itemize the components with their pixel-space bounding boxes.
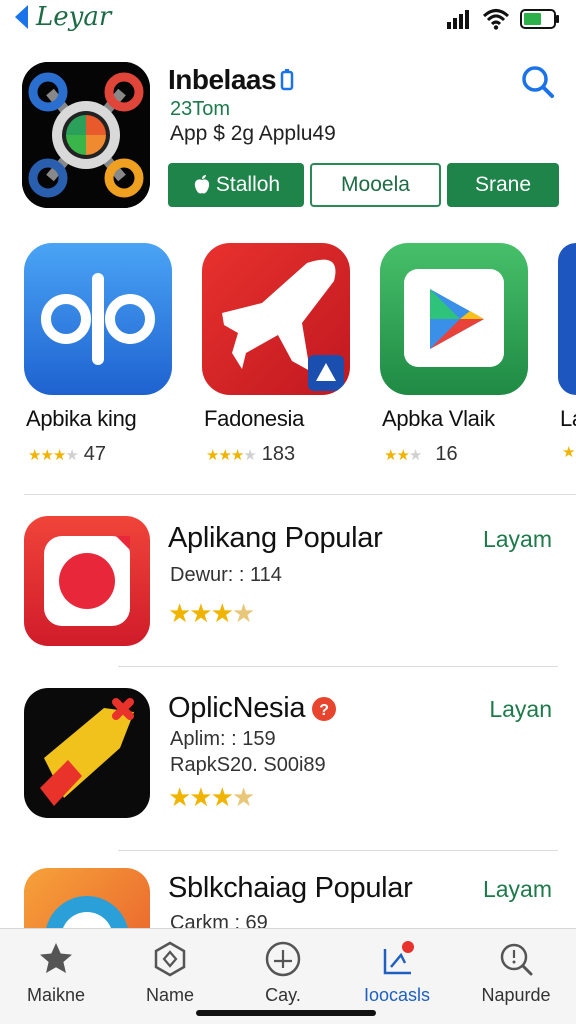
star-rating-icon: ★★★★ bbox=[206, 446, 257, 464]
back-label: Leyar bbox=[36, 2, 112, 32]
app-icon-2 bbox=[202, 243, 350, 395]
carousel-item[interactable]: Apbka Vlaik ★★★ 16 bbox=[380, 243, 528, 465]
star-rating-icon: ★ bbox=[562, 444, 575, 461]
list-item-action[interactable]: Layam bbox=[483, 526, 552, 553]
tab-label: Cay. bbox=[265, 985, 301, 1005]
back-button[interactable]: Leyar bbox=[10, 2, 111, 32]
hero-subtitle: 23Tom bbox=[170, 98, 231, 120]
carousel-item-name: Fadonesia bbox=[204, 406, 305, 431]
list-item-title-text: Aplikang Popular bbox=[168, 522, 383, 554]
star-rating-icon: ★★★ bbox=[384, 446, 422, 464]
carousel-item-name: Apbika king bbox=[26, 406, 137, 431]
divider bbox=[118, 666, 558, 667]
carousel-item-name: Apbka Vlaik bbox=[382, 406, 495, 431]
updates-icon bbox=[383, 941, 414, 975]
list-item-action[interactable]: Layan bbox=[489, 696, 552, 723]
app-icon-4 bbox=[558, 243, 576, 395]
hero-meta: App $ 2g Applu49 bbox=[170, 122, 336, 145]
tab-label: Name bbox=[145, 985, 194, 1005]
carousel-item[interactable]: La ★ bbox=[558, 243, 576, 461]
tab-label: Napurde bbox=[481, 985, 551, 1005]
hero-title: Inbelaas bbox=[168, 64, 294, 96]
list-item[interactable]: Aplikang Popular Dewur: : 114 ★★★★ Layam bbox=[0, 514, 576, 664]
search-button[interactable] bbox=[518, 62, 558, 102]
hero-title-text: Inbelaas bbox=[168, 64, 277, 95]
list-item-title-text: Sblkchaiag Popular bbox=[168, 872, 413, 904]
tab-updates[interactable]: Ioocasls bbox=[341, 939, 453, 1009]
list-item-title: Aplikang Popular bbox=[168, 522, 383, 555]
list-app-icon-1 bbox=[24, 516, 150, 646]
chevron-left-icon bbox=[15, 5, 28, 29]
search-icon bbox=[522, 66, 554, 98]
verified-icon bbox=[280, 69, 294, 91]
signal-icon bbox=[447, 10, 469, 29]
star-icon bbox=[40, 943, 72, 973]
tab-label: Ioocasls bbox=[363, 985, 431, 1005]
carousel-item[interactable]: Apbika king ★★★★ 47 bbox=[24, 243, 172, 465]
hexagon-icon bbox=[154, 941, 186, 977]
share-button[interactable]: Srane bbox=[447, 163, 559, 207]
status-bar: Leyar bbox=[0, 0, 576, 40]
list-item-meta: Dewur: : 114 bbox=[170, 564, 282, 586]
list-item[interactable]: Sblkchaiag Popular Carkm : 69 Layam bbox=[0, 866, 576, 928]
divider bbox=[24, 494, 576, 495]
list-item-action[interactable]: Layam bbox=[483, 876, 552, 903]
carousel-item-rating: ★★★★ 183 bbox=[206, 443, 295, 466]
tab-featured[interactable]: Maikne bbox=[0, 939, 112, 1009]
list-item-title: Sblkchaiag Popular bbox=[168, 872, 413, 905]
carousel-item-name: La bbox=[560, 406, 576, 431]
rating-count: 183 bbox=[261, 443, 296, 465]
star-rating-icon: ★★★★ bbox=[28, 446, 79, 464]
star-rating-icon: ★★★★ bbox=[168, 598, 255, 628]
app-icon-1 bbox=[24, 243, 172, 395]
list-item[interactable]: OplicNesia ? Aplim: : 159 RapkS20. S00i8… bbox=[0, 686, 576, 836]
list-app-icon-3 bbox=[24, 868, 150, 928]
carousel-item[interactable]: Fadonesia ★★★★ 183 bbox=[202, 243, 350, 465]
middle-button[interactable]: Mooela bbox=[310, 163, 441, 207]
status-icons bbox=[446, 8, 560, 30]
list-app-icon-2 bbox=[24, 688, 150, 818]
tab-name[interactable]: Name bbox=[114, 939, 226, 1009]
search-icon bbox=[500, 943, 533, 976]
svg-text:?: ? bbox=[319, 702, 328, 719]
apple-icon bbox=[194, 175, 210, 194]
rating-count: 47 bbox=[83, 443, 107, 465]
tab-label: Maikne bbox=[26, 985, 86, 1005]
wifi-icon bbox=[482, 9, 510, 30]
alert-badge-icon: ? bbox=[312, 696, 337, 721]
star-rating-icon: ★★★★ bbox=[168, 782, 255, 812]
hero-app-icon bbox=[22, 62, 150, 208]
battery-icon bbox=[520, 9, 559, 29]
carousel-item-rating: ★★★★ 47 bbox=[28, 443, 106, 466]
list-item-meta: Aplim: : 159 bbox=[170, 728, 276, 750]
list-item-title: OplicNesia ? bbox=[168, 692, 337, 725]
carousel-item-rating: ★★★ 16 bbox=[384, 443, 458, 466]
divider bbox=[118, 850, 558, 851]
home-indicator bbox=[196, 1010, 376, 1016]
app-icon-3 bbox=[380, 243, 528, 395]
carousel-item-rating: ★ bbox=[562, 443, 575, 461]
tab-categories[interactable]: Cay. bbox=[227, 939, 339, 1009]
add-circle-icon bbox=[265, 941, 301, 977]
list-item-meta-secondary: RapkS20. S00i89 bbox=[170, 754, 326, 776]
list-item-title-text: OplicNesia bbox=[168, 692, 306, 724]
rating-count: 16 bbox=[435, 443, 458, 465]
list-item-meta: Carkm : 69 bbox=[170, 912, 268, 928]
install-button[interactable]: Stalloh bbox=[168, 163, 304, 207]
tab-search[interactable]: Napurde bbox=[460, 939, 572, 1009]
install-label: Stalloh bbox=[215, 173, 281, 196]
